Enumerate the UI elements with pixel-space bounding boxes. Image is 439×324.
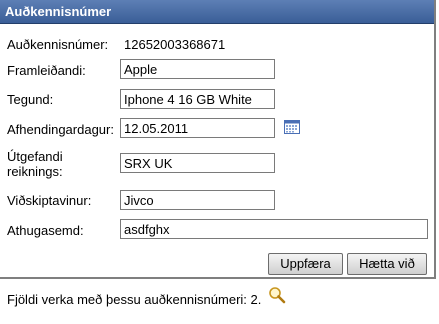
invoice-issuer-input[interactable] [120,153,275,173]
invoice-issuer-label-line2: reiknings: [7,164,63,179]
magnifier-icon[interactable] [268,286,286,304]
customer-label: Viðskiptavinur: [7,193,92,208]
delivery-date-input[interactable] [120,118,275,138]
manufacturer-input[interactable] [120,59,275,79]
cancel-button[interactable]: Hætta við [347,253,427,275]
panel-title: Auðkennisnúmer [0,0,434,24]
update-button[interactable]: Uppfæra [268,253,343,275]
task-count-text: Fjöldi verka með þessu auðkennisnúmeri: … [7,292,262,307]
customer-input[interactable] [120,190,275,210]
manufacturer-label: Framleiðandi: [7,63,86,78]
calendar-icon[interactable] [284,120,300,134]
type-input[interactable] [120,89,275,109]
note-label: Athugasemd: [7,223,84,238]
type-label: Tegund: [7,92,54,107]
id-value: 12652003368671 [124,37,226,52]
id-label: Auðkennisnúmer: [7,37,109,52]
form-panel: Auðkennisnúmer Auðkennisnúmer: 126520033… [0,0,436,279]
delivery-date-label: Afhendingardagur: [7,122,114,137]
invoice-issuer-label-line1: Útgefandi [7,149,63,164]
note-input[interactable] [120,219,428,239]
